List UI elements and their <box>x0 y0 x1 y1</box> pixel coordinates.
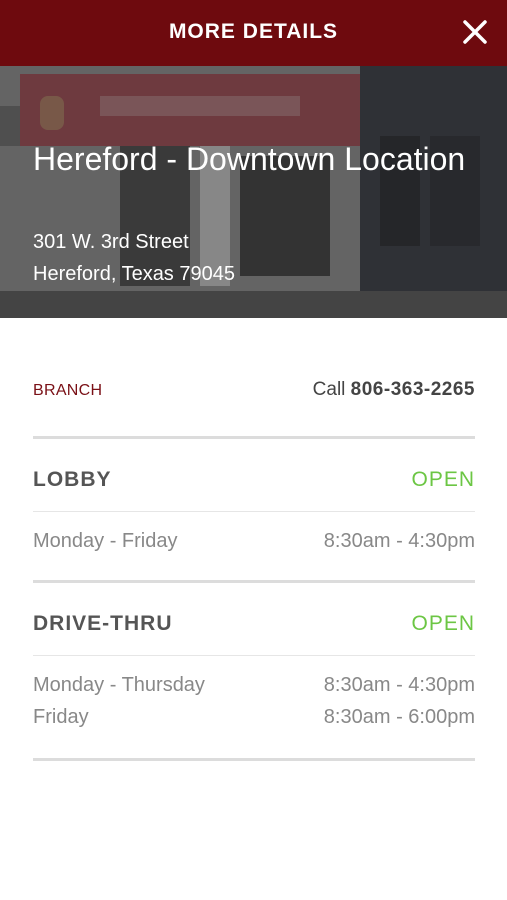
hours-day: Friday <box>33 706 89 728</box>
phone-number[interactable]: 806-363-2265 <box>351 379 475 400</box>
page-title: MORE DETAILS <box>168 20 339 43</box>
top-app-bar: MORE DETAILS <box>0 0 507 66</box>
lobby-section: LOBBY OPEN Monday - Friday 8:30am - 4:30… <box>33 439 475 583</box>
drive-thru-title: DRIVE-THRU <box>33 612 173 635</box>
drive-thru-section: DRIVE-THRU OPEN Monday - Thursday 8:30am… <box>33 583 475 761</box>
close-button[interactable] <box>461 18 489 46</box>
lobby-header: LOBBY OPEN <box>33 439 475 512</box>
drive-thru-header: DRIVE-THRU OPEN <box>33 583 475 656</box>
drive-thru-status-badge: OPEN <box>411 612 475 635</box>
drive-thru-hours: Monday - Thursday 8:30am - 4:30pm Friday… <box>33 656 475 761</box>
lobby-hours: Monday - Friday 8:30am - 4:30pm <box>33 512 475 583</box>
close-icon <box>463 20 487 44</box>
call-prefix: Call <box>312 379 346 400</box>
hours-time: 8:30am - 4:30pm <box>323 674 475 696</box>
hours-time: 8:30am - 6:00pm <box>323 706 475 728</box>
hours-row: Monday - Thursday 8:30am - 4:30pm <box>33 670 475 702</box>
address-line-1: 301 W. 3rd Street <box>33 231 189 253</box>
location-hero: Hereford - Downtown Location 301 W. 3rd … <box>0 66 507 318</box>
address-line-2: Hereford, Texas 79045 <box>33 263 235 285</box>
location-name: Hereford - Downtown Location <box>33 141 466 177</box>
branch-type-label: BRANCH <box>33 382 103 399</box>
details-content: BRANCH Call 806-363-2265 LOBBY OPEN Mond… <box>33 318 475 761</box>
hours-day: Monday - Thursday <box>33 674 205 696</box>
hours-row: Friday 8:30am - 6:00pm <box>33 702 475 734</box>
location-address: 301 W. 3rd Street Hereford, Texas 79045 <box>33 226 235 290</box>
lobby-status-badge: OPEN <box>411 468 475 491</box>
call-link[interactable]: Call 806-363-2265 <box>313 379 475 401</box>
branch-row: BRANCH Call 806-363-2265 <box>33 318 475 439</box>
hours-day: Monday - Friday <box>33 530 178 552</box>
hours-time: 8:30am - 4:30pm <box>323 530 475 552</box>
lobby-title: LOBBY <box>33 468 112 491</box>
hours-row: Monday - Friday 8:30am - 4:30pm <box>33 526 475 558</box>
